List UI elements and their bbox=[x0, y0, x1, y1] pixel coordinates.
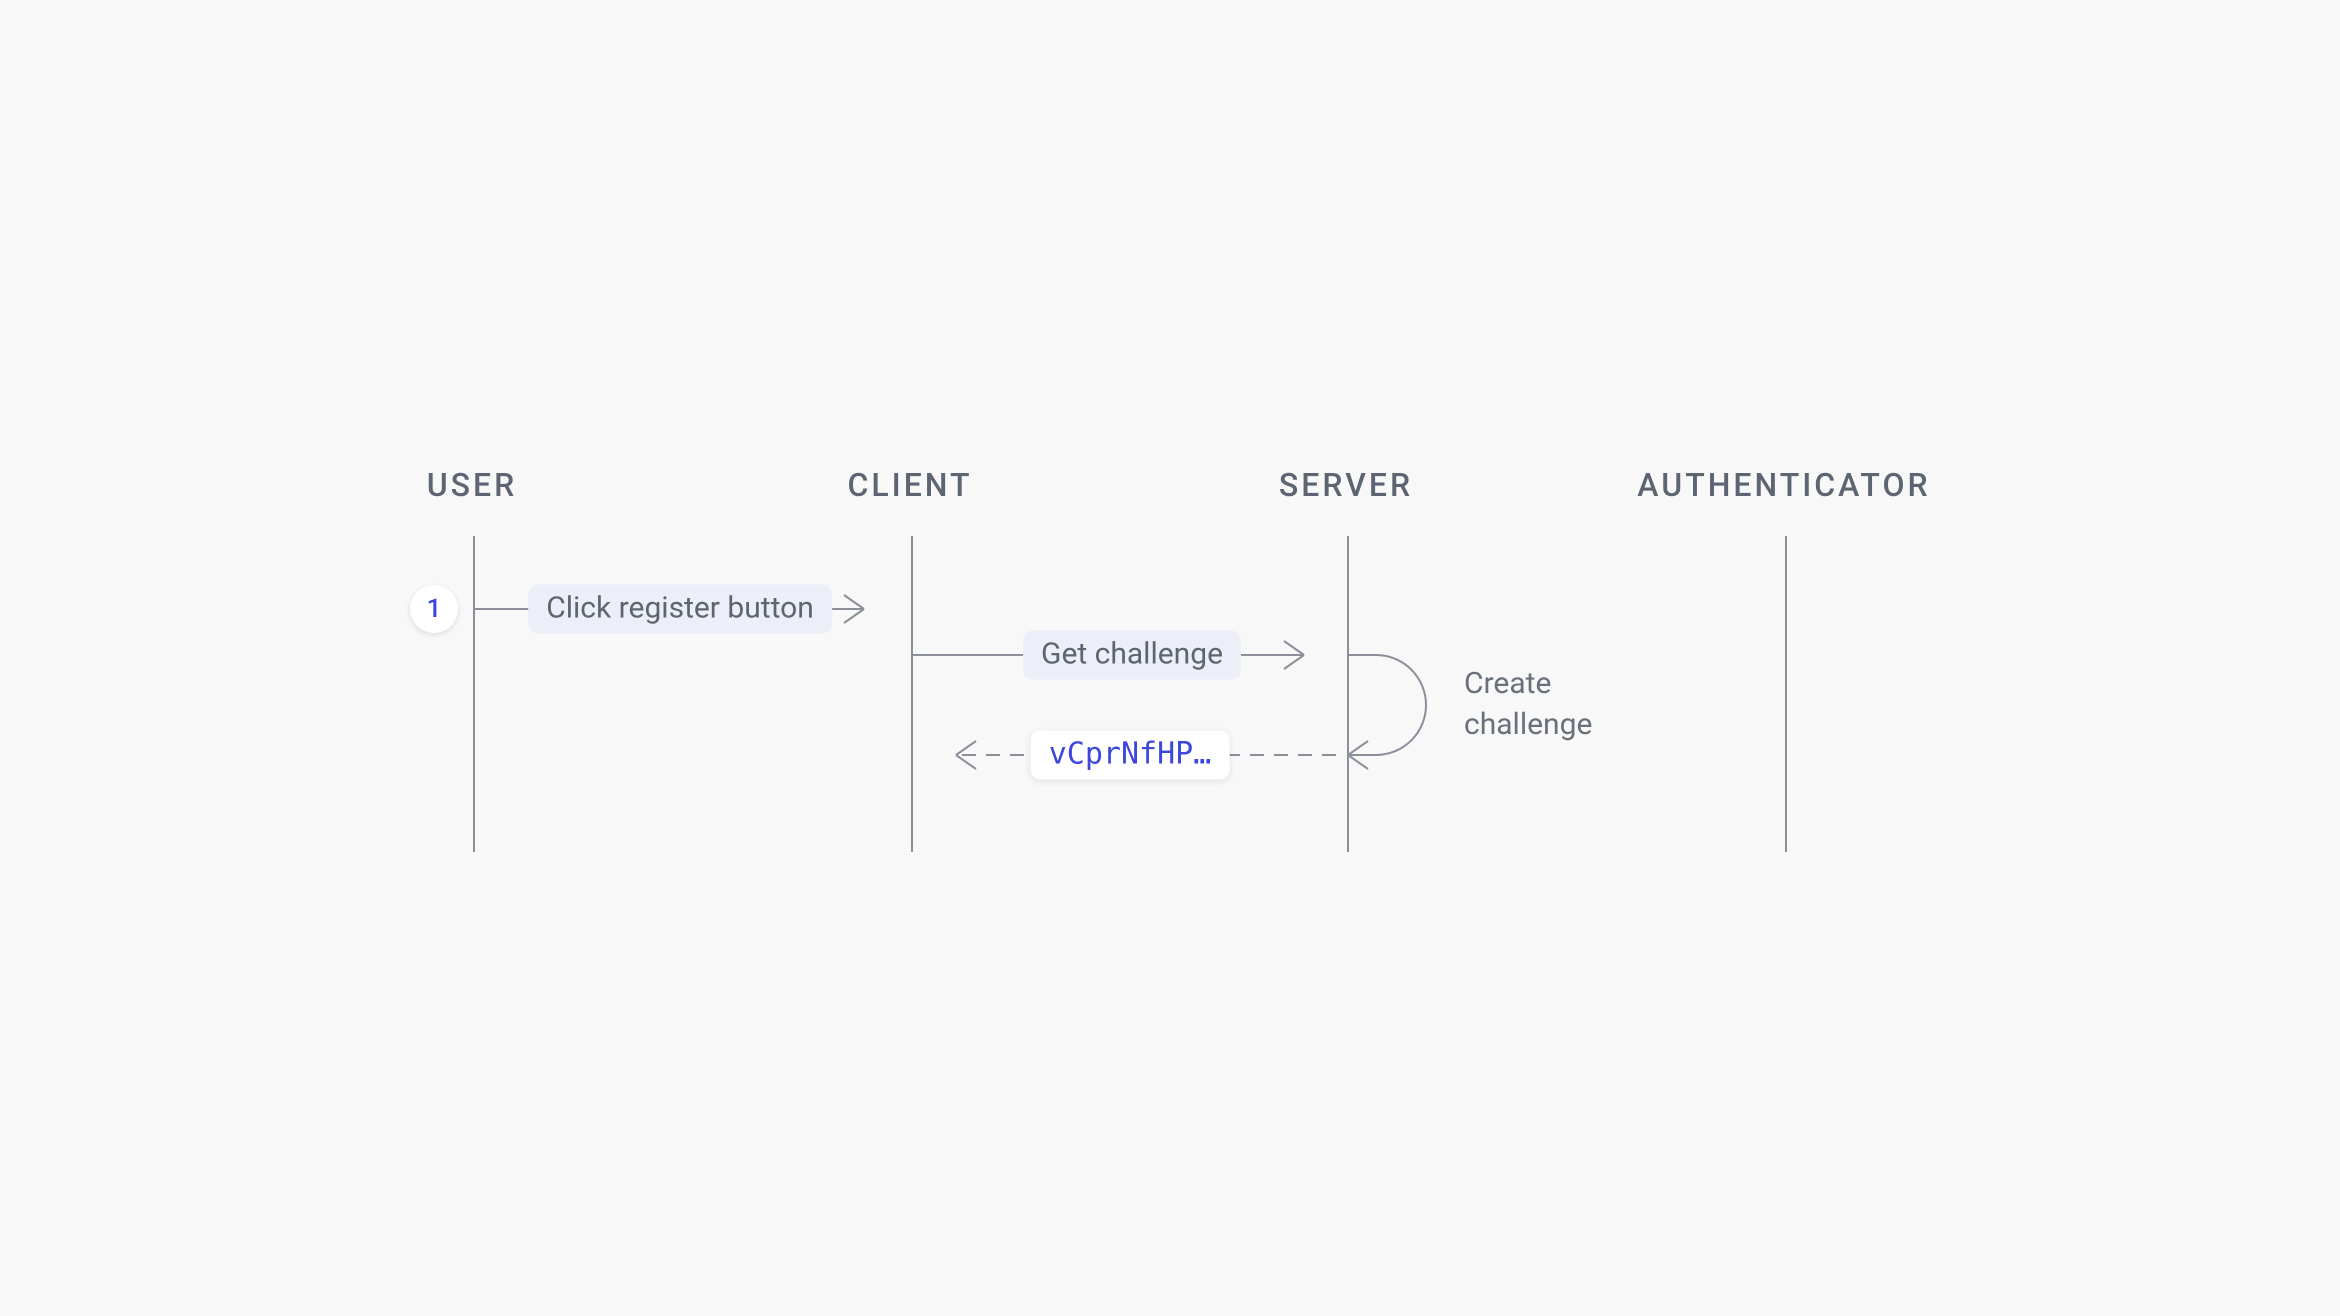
lane-header-server: SERVER bbox=[1279, 466, 1413, 504]
lane-header-authenticator: AUTHENTICATOR bbox=[1637, 466, 1930, 504]
step-number: 1 bbox=[427, 594, 442, 624]
lane-header-client: CLIENT bbox=[847, 466, 972, 504]
note-create-challenge: Create challenge bbox=[1464, 664, 1592, 745]
message-challenge-token: vCprNfHP… bbox=[1031, 731, 1230, 780]
sequence-diagram: USER CLIENT SERVER AUTHENTICATOR Client … bbox=[0, 0, 2340, 1316]
message-get-challenge: Get challenge bbox=[1023, 631, 1241, 680]
step-badge-1: 1 bbox=[410, 585, 458, 633]
lifeline-server bbox=[1347, 536, 1349, 852]
message-click-register: Click register button bbox=[528, 585, 832, 634]
lifeline-user bbox=[473, 536, 475, 852]
lane-header-user: USER bbox=[427, 466, 518, 504]
lifeline-authenticator bbox=[1785, 536, 1787, 852]
lifeline-client bbox=[911, 536, 913, 852]
